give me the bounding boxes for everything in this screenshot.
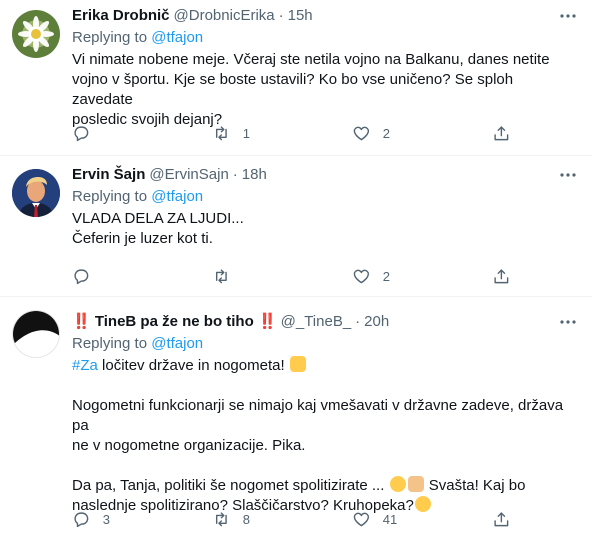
more-options-icon[interactable] xyxy=(558,165,578,185)
portrait-photo-icon xyxy=(12,169,60,217)
share-icon xyxy=(494,269,509,283)
user-handle[interactable]: @DrobnicErika xyxy=(174,6,275,26)
tweet[interactable]: ‼️ TineB pa že ne bo tiho ‼️ @_TineB_ · … xyxy=(0,298,592,541)
display-name[interactable]: Erika Drobnič xyxy=(72,6,170,26)
user-handle[interactable]: @_TineB_ xyxy=(281,312,352,332)
tweet-text: VLADA DELA ZA LJUDI... Čeferin je luzer … xyxy=(72,209,578,249)
like-count: 2 xyxy=(382,125,390,141)
avatar[interactable] xyxy=(12,10,60,58)
separator-dot: · xyxy=(278,7,284,24)
reply-button[interactable]: 3 xyxy=(72,510,182,529)
tweet-header: Erika Drobnič @DrobnicErika · 15h xyxy=(72,6,578,26)
heart-icon xyxy=(353,126,370,140)
like-button[interactable]: 41 xyxy=(352,510,462,529)
reply-count: 3 xyxy=(102,511,110,527)
tweet-text-line: VLADA DELA ZA LJUDI... xyxy=(72,210,244,227)
tweet-text-fragment: Da pa, Tanja, politiki še nogomet spolit… xyxy=(72,477,389,494)
display-name-text: TineB pa že ne bo tiho xyxy=(94,313,254,330)
tweet[interactable]: Erika Drobnič @DrobnicErika · 15h Replyi… xyxy=(0,0,592,156)
tweet-text-line: Da pa, Tanja, politiki še nogomet spolit… xyxy=(72,476,578,496)
retweet-button[interactable]: 8 xyxy=(212,510,322,529)
tweet-text: Vi nimate nobene meje. Včeraj ste netila… xyxy=(72,50,578,130)
timestamp[interactable]: 20h xyxy=(364,312,389,332)
reply-bubble-icon xyxy=(74,269,89,284)
replying-to: Replying to @tfajon xyxy=(72,28,578,48)
rolling-eyes-emoji-icon xyxy=(389,476,406,492)
separator-dot: · xyxy=(355,313,361,330)
separator-dot: · xyxy=(232,166,238,183)
share-button[interactable] xyxy=(492,267,512,286)
half-black-avatar-icon xyxy=(13,311,59,345)
retweet-icon xyxy=(215,126,227,140)
mention-link[interactable]: @tfajon xyxy=(151,29,203,46)
tweet-text-line: vojno v športu. Kje se boste ustavili? K… xyxy=(72,71,514,108)
timestamp[interactable]: 15h xyxy=(288,6,313,26)
like-button[interactable]: 2 xyxy=(352,124,462,143)
double-exclamation-emoji: ‼️ xyxy=(72,313,91,330)
retweet-icon xyxy=(215,512,227,526)
tweet-header: ‼️ TineB pa že ne bo tiho ‼️ @_TineB_ · … xyxy=(72,312,578,332)
avatar[interactable] xyxy=(12,310,60,358)
replying-to: Replying to @tfajon xyxy=(72,187,578,207)
tweet-text-line: ne v nogometne organizacije. Pika. xyxy=(72,437,306,454)
share-icon xyxy=(494,512,509,526)
tweet-text: #Za ločitev države in nogometa! Nogometn… xyxy=(72,356,578,516)
share-icon xyxy=(494,126,509,140)
retweet-icon xyxy=(215,269,227,283)
like-count: 2 xyxy=(382,268,390,284)
raised-fist-emoji-icon xyxy=(289,356,306,372)
reply-bubble-icon xyxy=(74,512,89,527)
replying-to-label: Replying to xyxy=(72,29,148,46)
reply-bubble-icon xyxy=(74,126,89,141)
hashtag-link[interactable]: #Za xyxy=(72,357,98,374)
tweet-text-fragment: ločitev države in nogometa! xyxy=(97,357,285,374)
user-handle[interactable]: @ErvinSajn xyxy=(149,165,228,185)
replying-to-label: Replying to xyxy=(72,188,148,205)
heart-icon xyxy=(353,269,370,283)
tweet[interactable]: Ervin Šajn @ErvinSajn · 18h Replying to … xyxy=(0,157,592,297)
tweet-actions: 2 xyxy=(72,266,512,286)
double-exclamation-emoji: ‼️ xyxy=(257,313,277,330)
tweet-text-line: Čeferin je luzer kot ti. xyxy=(72,230,213,247)
daisy-photo-icon xyxy=(18,16,54,52)
heart-icon xyxy=(353,512,370,526)
retweet-count: 1 xyxy=(242,125,250,141)
more-options-icon[interactable] xyxy=(558,6,578,26)
like-button[interactable]: 2 xyxy=(352,267,462,286)
tweet-actions: 3 8 41 xyxy=(72,509,512,529)
mention-link[interactable]: @tfajon xyxy=(151,188,203,205)
tweet-text-line: Vi nimate nobene meje. Včeraj ste netila… xyxy=(72,51,550,68)
tweet-text-line: #Za ločitev države in nogometa! xyxy=(72,356,578,376)
replying-to-label: Replying to xyxy=(72,335,148,352)
facepalm-emoji-icon xyxy=(407,476,424,492)
reply-button[interactable] xyxy=(72,124,182,143)
share-button[interactable] xyxy=(492,510,512,529)
tweet-actions: 1 2 xyxy=(72,123,512,143)
reply-button[interactable] xyxy=(72,267,182,286)
mention-link[interactable]: @tfajon xyxy=(151,335,203,352)
share-button[interactable] xyxy=(492,124,512,143)
tweet-header: Ervin Šajn @ErvinSajn · 18h xyxy=(72,165,578,185)
replying-to: Replying to @tfajon xyxy=(72,334,578,354)
tweet-text-fragment: Svašta! Kaj bo xyxy=(424,477,526,494)
retweet-button[interactable]: 1 xyxy=(212,124,322,143)
retweet-count: 8 xyxy=(242,511,250,527)
more-options-icon[interactable] xyxy=(558,312,578,332)
display-name[interactable]: Ervin Šajn xyxy=(72,165,145,185)
tweet-text-line: Nogometni funkcionarji se nimajo kaj vme… xyxy=(72,397,564,434)
avatar[interactable] xyxy=(12,169,60,217)
display-name[interactable]: ‼️ TineB pa že ne bo tiho ‼️ xyxy=(72,312,277,332)
retweet-button[interactable] xyxy=(212,267,322,286)
timestamp[interactable]: 18h xyxy=(242,165,267,185)
like-count: 41 xyxy=(382,511,398,527)
